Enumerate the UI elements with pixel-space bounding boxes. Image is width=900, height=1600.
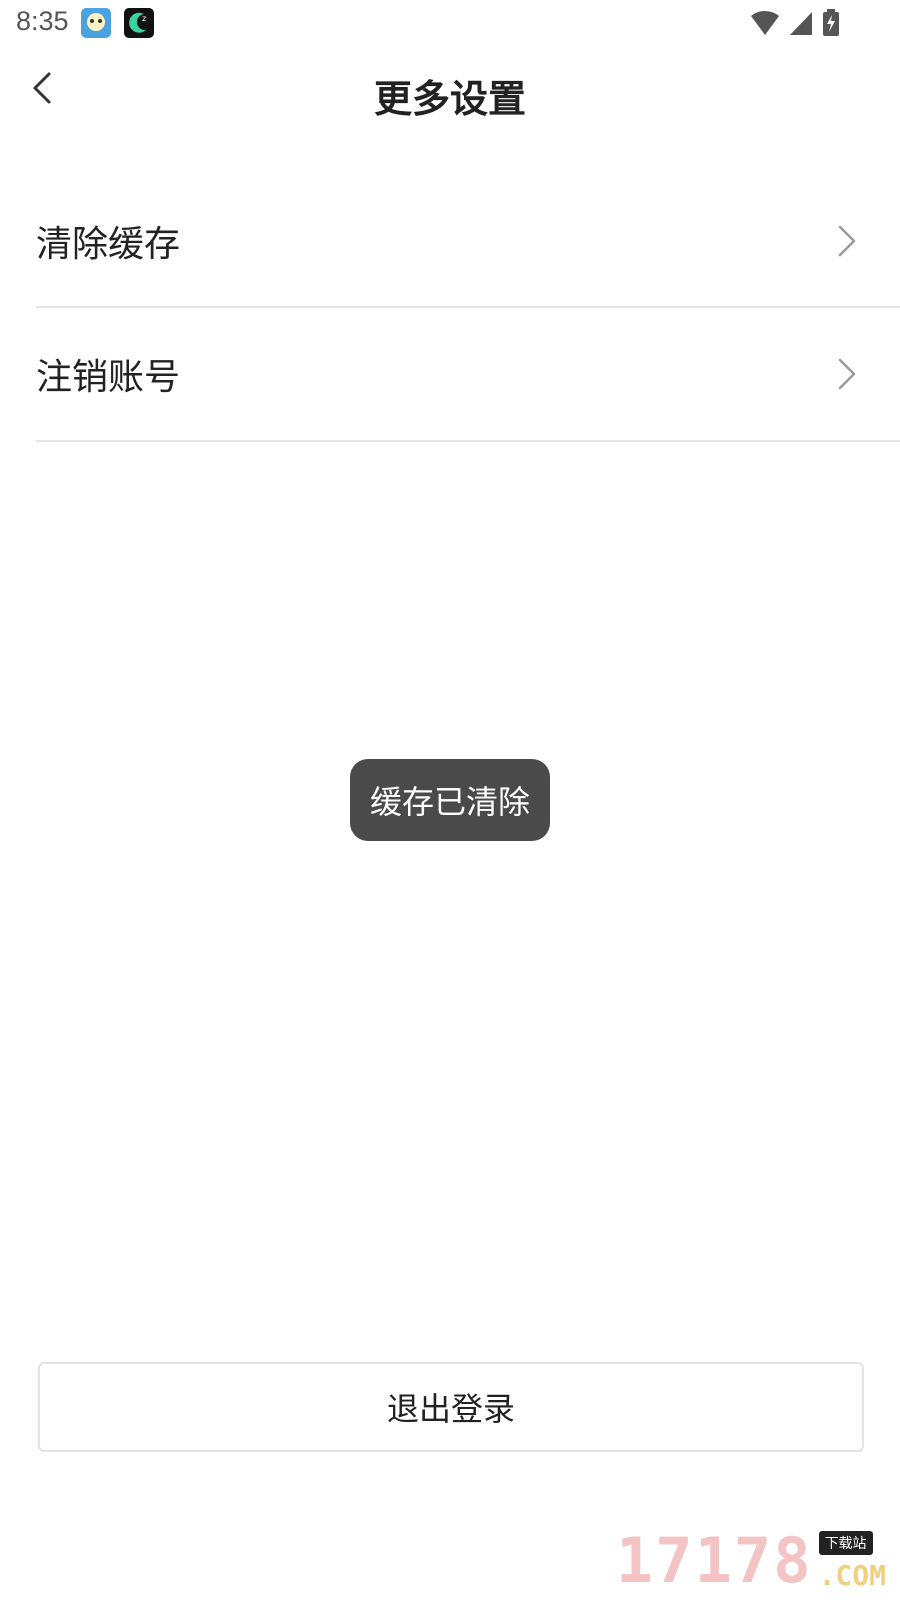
status-bar: 8:35 z (0, 0, 900, 48)
signal-icon (790, 12, 812, 35)
watermark-right: 下载站 .COM (818, 1531, 886, 1592)
app-notification-icon (81, 8, 111, 38)
divider (36, 306, 900, 308)
chevron-right-icon (838, 358, 856, 390)
wifi-icon (751, 10, 779, 36)
watermark-badge: 下载站 (818, 1531, 873, 1555)
system-icons (750, 9, 840, 37)
menu-item-clear-cache[interactable]: 清除缓存 (36, 176, 900, 306)
watermark-domain: .COM (818, 1559, 886, 1592)
divider (36, 440, 900, 442)
status-time: 8:35 (16, 6, 69, 36)
menu-item-delete-account[interactable]: 注销账号 (36, 309, 900, 439)
chevron-right-icon (838, 225, 856, 257)
logout-button[interactable]: 退出登录 (38, 1362, 864, 1452)
header: 更多设置 (0, 60, 900, 128)
page-title: 更多设置 (373, 77, 526, 121)
menu-item-label: 清除缓存 (36, 224, 181, 265)
toast-message: 缓存已清除 (350, 759, 550, 841)
menu-item-label: 注销账号 (36, 357, 181, 398)
watermark-logo: 17178 下载站 .COM (615, 1524, 886, 1597)
svg-text:z: z (142, 14, 146, 23)
sleep-app-icon: z (124, 8, 154, 38)
watermark-number: 17178 (615, 1524, 813, 1597)
battery-icon (823, 9, 839, 36)
